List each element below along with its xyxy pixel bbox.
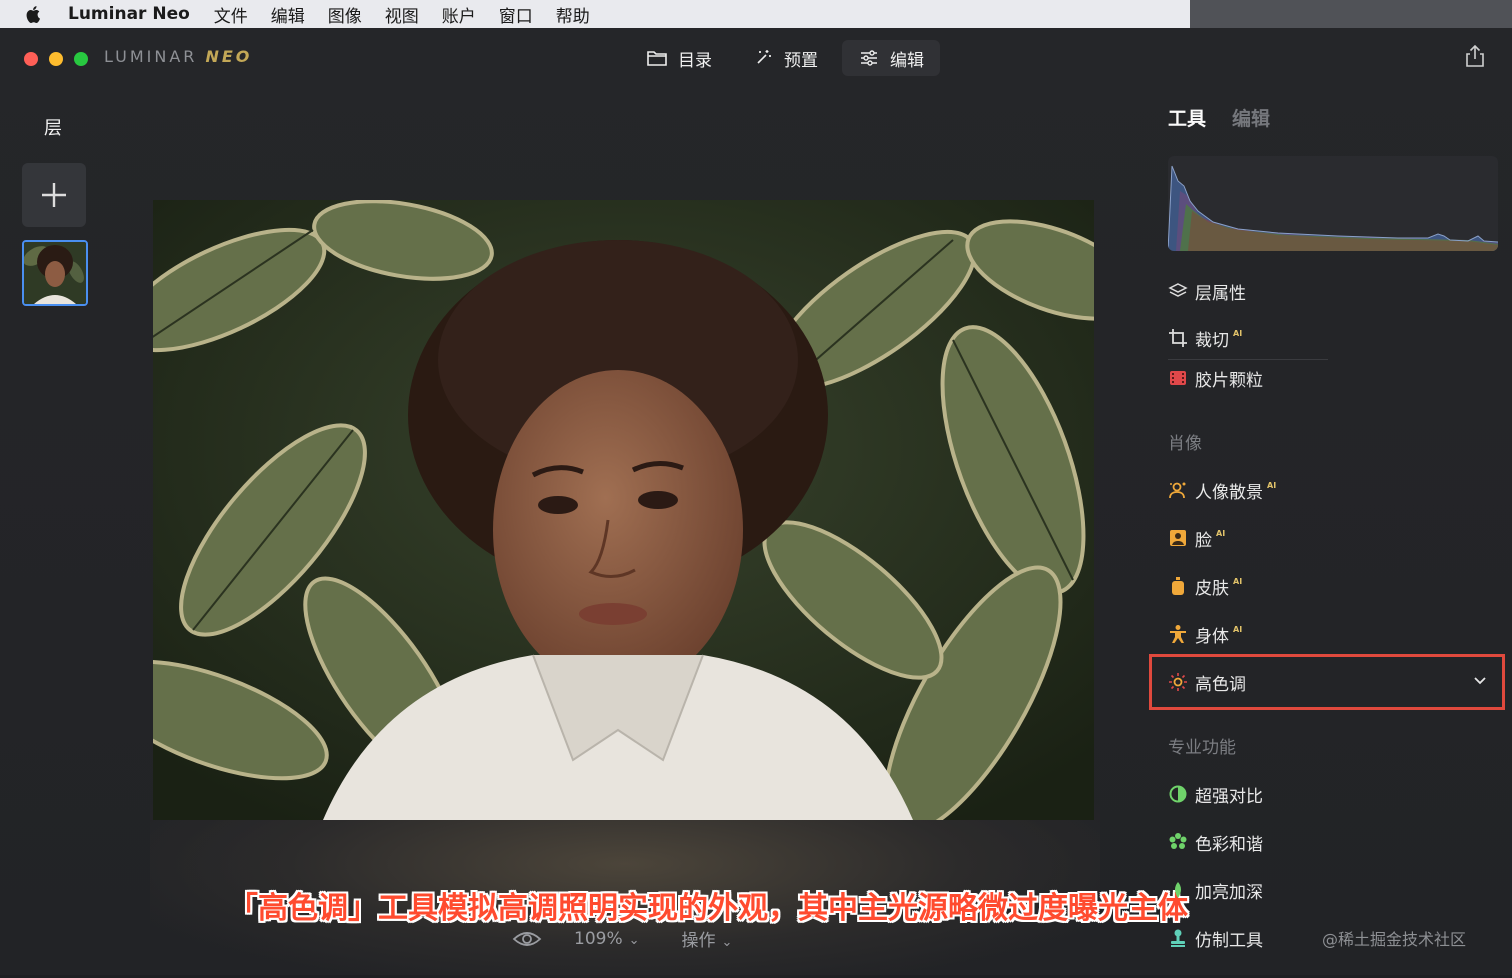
tool-portrait-bokeh[interactable]: 人像散景 AI <box>1168 477 1276 503</box>
color-harmony-icon <box>1169 833 1187 849</box>
ai-badge: AI <box>1233 328 1243 338</box>
eye-icon[interactable] <box>512 929 542 949</box>
watermark-text: @稀土掘金技术社区 <box>1322 930 1467 949</box>
layers-title: 层 <box>44 118 62 139</box>
minimize-window-button[interactable] <box>49 52 63 66</box>
tool-crop[interactable]: 裁切 AI <box>1168 325 1242 351</box>
actions-dropdown[interactable]: 操作 ⌄ <box>682 926 733 951</box>
tool-super-contrast[interactable]: 超强对比 <box>1168 781 1263 807</box>
tool-label: 层属性 <box>1195 283 1246 304</box>
histogram <box>1168 156 1498 251</box>
add-layer-button[interactable] <box>22 163 86 227</box>
chevron-down-icon[interactable] <box>1472 673 1488 689</box>
layers-icon <box>1168 283 1188 297</box>
ai-badge: AI <box>1233 576 1243 586</box>
clone-stamp-icon <box>1171 929 1185 947</box>
zoom-window-button[interactable] <box>74 52 88 66</box>
folder-icon <box>647 51 667 66</box>
tab-presets-label: 预置 <box>784 50 818 71</box>
chevron-down-icon: ⌄ <box>721 935 733 950</box>
contrast-icon <box>1169 785 1187 803</box>
portrait-thumbnail-image <box>24 242 86 304</box>
menu-edit[interactable]: 编辑 <box>271 2 305 27</box>
tab-catalog-label: 目录 <box>678 50 712 71</box>
sliders-icon <box>861 50 877 66</box>
menu-account[interactable]: 账户 <box>442 2 476 27</box>
skin-icon <box>1172 577 1184 595</box>
selected-tool-highlight <box>1149 654 1505 710</box>
actions-label: 操作 <box>681 931 716 951</box>
menu-view[interactable]: 视图 <box>385 2 419 27</box>
tool-label: 裁切 <box>1195 330 1229 351</box>
menu-window[interactable]: 窗口 <box>499 2 533 27</box>
section-portrait-label: 肖像 <box>1168 434 1202 454</box>
plus-icon <box>42 183 66 207</box>
tool-face[interactable]: 脸 AI <box>1168 525 1225 551</box>
subtitle-caption: 「高色调」工具模拟高调照明实现的外观，其中主光源略微过度曝光主体 <box>228 891 1188 926</box>
tool-clone[interactable]: 仿制工具 <box>1168 925 1263 951</box>
section-pro-label: 专业功能 <box>1168 738 1236 758</box>
tool-label: 胶片颗粒 <box>1195 370 1263 391</box>
tab-presets[interactable]: 预置 <box>736 40 834 76</box>
tool-label: 人像散景 <box>1195 482 1263 503</box>
portrait-photo-image <box>153 200 1094 820</box>
menu-bar: Luminar Neo 文件 编辑 图像 视图 账户 窗口 帮助 <box>0 0 1190 28</box>
tab-edit[interactable]: 编辑 <box>842 40 940 76</box>
main-photo-canvas[interactable] <box>153 200 1094 820</box>
tool-label: 身体 <box>1195 626 1229 647</box>
crop-icon <box>1169 329 1187 347</box>
ai-badge: AI <box>1216 528 1226 538</box>
tab-catalog[interactable]: 目录 <box>630 40 728 76</box>
layer-thumbnail[interactable] <box>22 240 88 306</box>
right-panel-tabs: 工具 编辑 <box>1168 104 1270 131</box>
film-icon <box>1170 371 1186 385</box>
share-icon[interactable] <box>1464 44 1486 68</box>
tab-tools[interactable]: 工具 <box>1168 104 1206 131</box>
tool-body[interactable]: 身体 AI <box>1168 621 1242 647</box>
app-window: LUMINAR NEO 目录 预置 编辑 层 「高色调」工具模拟高调照明实现的外… <box>0 28 1512 978</box>
menu-file[interactable]: 文件 <box>214 2 248 27</box>
divider <box>1168 359 1328 360</box>
body-icon <box>1170 625 1186 643</box>
ai-badge: AI <box>1233 624 1243 634</box>
tool-film-grain[interactable]: 胶片颗粒 <box>1168 365 1263 391</box>
apple-icon[interactable] <box>24 4 44 24</box>
zoom-level-value: 109% <box>574 928 623 949</box>
tool-label: 色彩和谐 <box>1195 834 1263 855</box>
logo-accent-text: NEO <box>205 47 253 66</box>
tool-label: 脸 <box>1195 530 1212 551</box>
zoom-dropdown[interactable]: 109% ⌄ <box>574 929 640 949</box>
histogram-graph <box>1168 165 1498 251</box>
chevron-down-icon: ⌄ <box>628 932 640 948</box>
magic-wand-icon <box>757 50 771 64</box>
app-name-menu[interactable]: Luminar Neo <box>68 4 190 24</box>
close-window-button[interactable] <box>24 52 38 66</box>
tool-dodge-burn[interactable]: 加亮加深 <box>1168 877 1263 903</box>
menubar-background <box>1190 0 1512 28</box>
tool-label: 加亮加深 <box>1195 882 1263 903</box>
dodge-burn-icon <box>1175 882 1181 898</box>
tab-edits[interactable]: 编辑 <box>1232 104 1270 131</box>
tool-label: 超强对比 <box>1195 786 1263 807</box>
canvas-bottom-bar: 109% ⌄ 操作 ⌄ <box>512 926 732 951</box>
ai-badge: AI <box>1267 480 1277 490</box>
tool-label: 皮肤 <box>1195 578 1229 599</box>
tool-layer-properties[interactable]: 层属性 <box>1168 278 1246 304</box>
tool-label: 仿制工具 <box>1195 930 1263 951</box>
tool-skin[interactable]: 皮肤 AI <box>1168 573 1242 599</box>
menu-help[interactable]: 帮助 <box>556 2 590 27</box>
mode-tabs: 目录 预置 编辑 <box>630 40 940 76</box>
logo-main-text: LUMINAR <box>104 47 198 66</box>
portrait-bokeh-icon <box>1169 482 1186 499</box>
app-logo: LUMINAR NEO <box>104 47 252 66</box>
face-icon <box>1170 530 1186 546</box>
tab-edit-label: 编辑 <box>890 50 924 71</box>
tool-color-harmony[interactable]: 色彩和谐 <box>1168 829 1263 855</box>
menu-image[interactable]: 图像 <box>328 2 362 27</box>
